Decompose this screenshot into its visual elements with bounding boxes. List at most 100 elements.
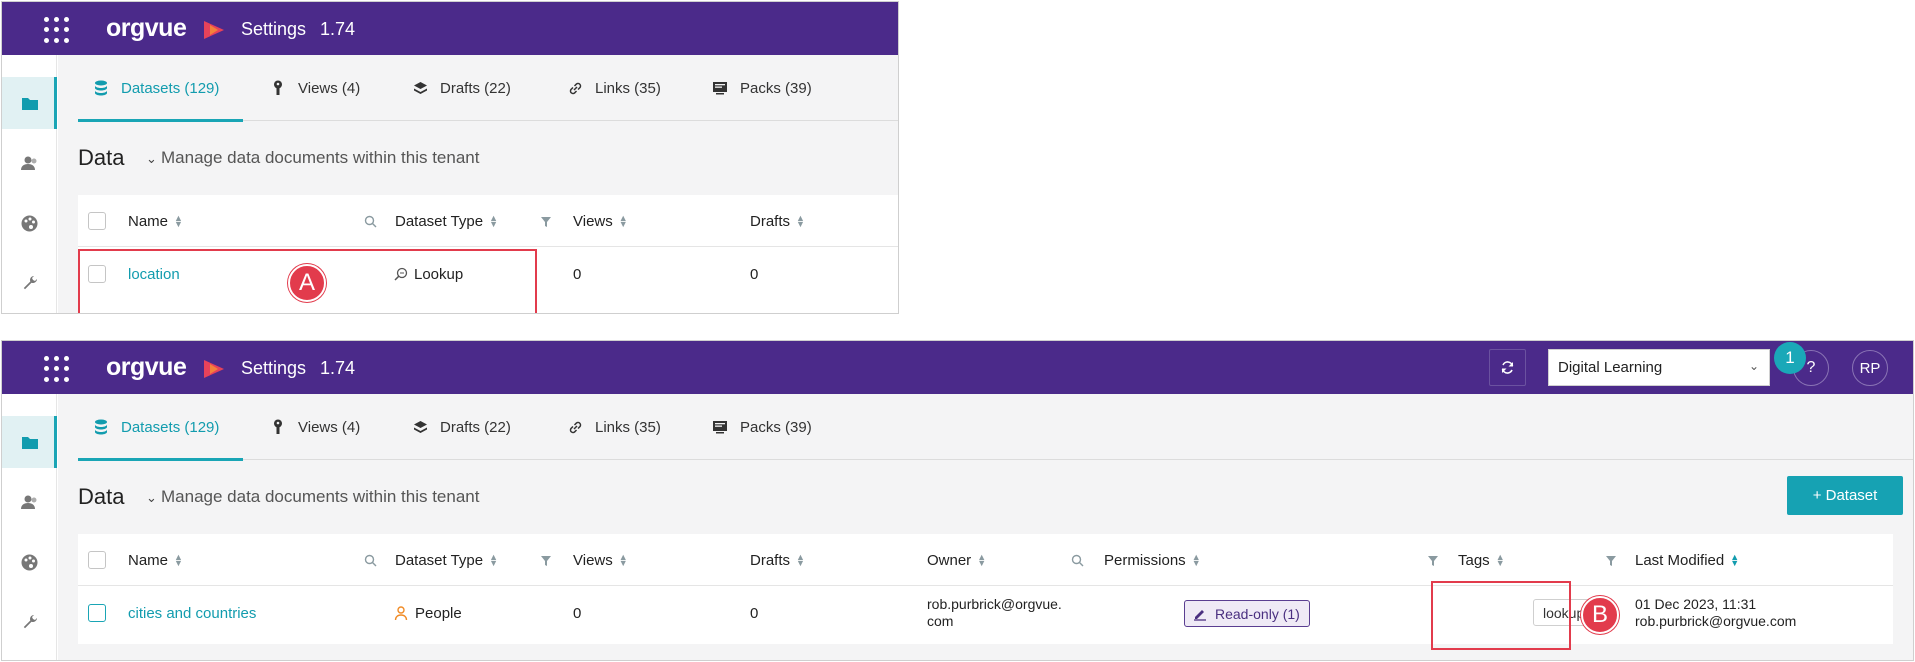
tab-drafts[interactable]: Drafts (22): [410, 394, 511, 460]
column-name[interactable]: Name ▲ ▼: [128, 195, 183, 247]
select-all-checkbox[interactable]: [88, 212, 106, 230]
tab-bar: Datasets (129) Views (4) Drafts (22) Lin…: [78, 394, 1913, 461]
views-count: 0: [573, 604, 582, 622]
select-all-checkbox[interactable]: [88, 551, 106, 569]
folder-icon: [21, 436, 38, 449]
search-icon[interactable]: [364, 215, 377, 228]
sidebar-item-users[interactable]: [2, 476, 57, 528]
column-dataset-type[interactable]: Dataset Type ▲ ▼: [395, 195, 498, 247]
sidebar: [2, 55, 57, 313]
tab-datasets[interactable]: Datasets (129): [78, 55, 243, 122]
sidebar-item-data[interactable]: [2, 77, 57, 129]
pack-icon: [710, 419, 730, 435]
tenant-select-value: Digital Learning: [1558, 359, 1663, 376]
user-avatar[interactable]: RP: [1852, 350, 1888, 386]
column-label: Views: [573, 551, 613, 569]
sort-icon: ▲ ▼: [796, 213, 805, 229]
search-icon[interactable]: [1071, 554, 1084, 567]
tab-drafts[interactable]: Drafts (22): [410, 55, 511, 121]
refresh-button[interactable]: [1489, 349, 1526, 386]
tab-label: Drafts (22): [440, 418, 511, 436]
tab-datasets[interactable]: Datasets (129): [78, 394, 243, 461]
column-last-modified[interactable]: Last Modified ▲ ▼: [1635, 534, 1739, 586]
column-views[interactable]: Views ▲ ▼: [573, 534, 628, 586]
database-icon: [91, 80, 111, 96]
owner-cell: rob.purbrick@orgvue. com: [927, 596, 1062, 630]
sort-icon: ▲ ▼: [618, 552, 628, 568]
tab-label: Packs (39): [740, 418, 812, 436]
drafts-count: 0: [750, 265, 759, 283]
tab-links[interactable]: Links (35): [565, 55, 661, 121]
views-count: 0: [573, 265, 582, 283]
person-icon: [394, 605, 408, 620]
page-subtitle: Manage data documents within this tenant: [161, 148, 480, 167]
orgvue-logo: orgvue: [106, 14, 187, 42]
edit-disabled-icon: [1194, 609, 1206, 621]
add-dataset-button[interactable]: + Dataset: [1787, 476, 1903, 515]
tab-label: Drafts (22): [440, 79, 511, 97]
sidebar-item-themes[interactable]: [2, 197, 57, 249]
tab-views[interactable]: Views (4): [268, 55, 360, 121]
app-grid-icon[interactable]: [44, 17, 70, 43]
tab-label: Datasets (129): [121, 418, 220, 436]
column-tags[interactable]: Tags ▲ ▼: [1458, 534, 1505, 586]
search-icon[interactable]: [364, 554, 377, 567]
table-row[interactable]: cities and countries People 0 0 rob.purb…: [78, 586, 1893, 640]
column-permissions[interactable]: Permissions ▲ ▼: [1104, 534, 1201, 586]
tab-label: Views (4): [298, 79, 361, 97]
column-owner[interactable]: Owner ▲ ▼: [927, 534, 986, 586]
column-label: Drafts: [750, 551, 791, 569]
tab-packs[interactable]: Packs (39): [710, 55, 812, 121]
dataset-name-link[interactable]: cities and countries: [128, 586, 256, 640]
annotation-marker-a: A: [288, 264, 326, 302]
app-title: Settings: [241, 358, 307, 378]
permissions-badge[interactable]: Read-only (1): [1184, 600, 1310, 627]
sidebar-item-tools[interactable]: [2, 596, 57, 648]
sidebar-item-themes[interactable]: [2, 536, 57, 588]
folder-icon: [21, 97, 38, 110]
wrench-icon: [23, 615, 37, 629]
filter-icon[interactable]: [540, 216, 552, 228]
filter-icon[interactable]: [1427, 555, 1439, 567]
filter-icon[interactable]: [1605, 555, 1617, 567]
column-drafts[interactable]: Drafts ▲ ▼: [750, 534, 805, 586]
app-version: 1.74: [320, 19, 356, 39]
palette-icon: [21, 215, 38, 231]
annotation-marker-b: B: [1581, 596, 1619, 634]
app-grid-icon[interactable]: [44, 356, 70, 382]
app-title: Settings: [241, 19, 307, 39]
tab-links[interactable]: Links (35): [565, 394, 661, 460]
sidebar-item-data[interactable]: [2, 416, 57, 468]
sort-icon: ▲ ▼: [1730, 552, 1740, 568]
filter-icon[interactable]: [540, 555, 552, 567]
column-views[interactable]: Views ▲ ▼: [573, 195, 628, 247]
app-header: orgvue Settings 1.74: [2, 2, 898, 55]
row-checkbox[interactable]: [88, 604, 106, 622]
logo-mark-icon: [204, 21, 224, 39]
tab-label: Datasets (129): [121, 79, 220, 97]
column-label: Dataset Type: [395, 551, 484, 569]
modified-by: rob.purbrick@orgvue.com: [1635, 613, 1797, 629]
sort-icon: ▲ ▼: [174, 213, 183, 229]
main-content: Datasets (129) Views (4) Drafts (22) Lin…: [58, 394, 1913, 660]
column-label: Name: [128, 212, 169, 230]
tab-label: Packs (39): [740, 79, 812, 97]
sidebar-item-users[interactable]: [2, 137, 57, 189]
app-header: orgvue Settings 1.74 Digital Learning ⌄ …: [2, 341, 1913, 394]
tenant-select[interactable]: Digital Learning ⌄: [1548, 349, 1770, 386]
annotation-box-b: [1431, 581, 1571, 650]
table-header: Name ▲ ▼ Dataset Type ▲ ▼ Views ▲ ▼ Drafts ▲ ▼ O…: [78, 534, 1893, 586]
sidebar: [2, 394, 57, 660]
chevron-down-icon[interactable]: ⌄: [146, 490, 157, 506]
tab-packs[interactable]: Packs (39): [710, 394, 812, 460]
column-drafts[interactable]: Drafts ▲ ▼: [750, 195, 805, 247]
orgvue-logo: orgvue: [106, 353, 187, 381]
link-icon: [565, 419, 585, 435]
sidebar-item-tools[interactable]: [2, 257, 57, 309]
column-dataset-type[interactable]: Dataset Type ▲ ▼: [395, 534, 498, 586]
column-name[interactable]: Name ▲ ▼: [128, 534, 183, 586]
tab-views[interactable]: Views (4): [268, 394, 360, 460]
column-label: Name: [128, 551, 169, 569]
pack-icon: [710, 80, 730, 96]
chevron-down-icon[interactable]: ⌄: [146, 151, 157, 167]
